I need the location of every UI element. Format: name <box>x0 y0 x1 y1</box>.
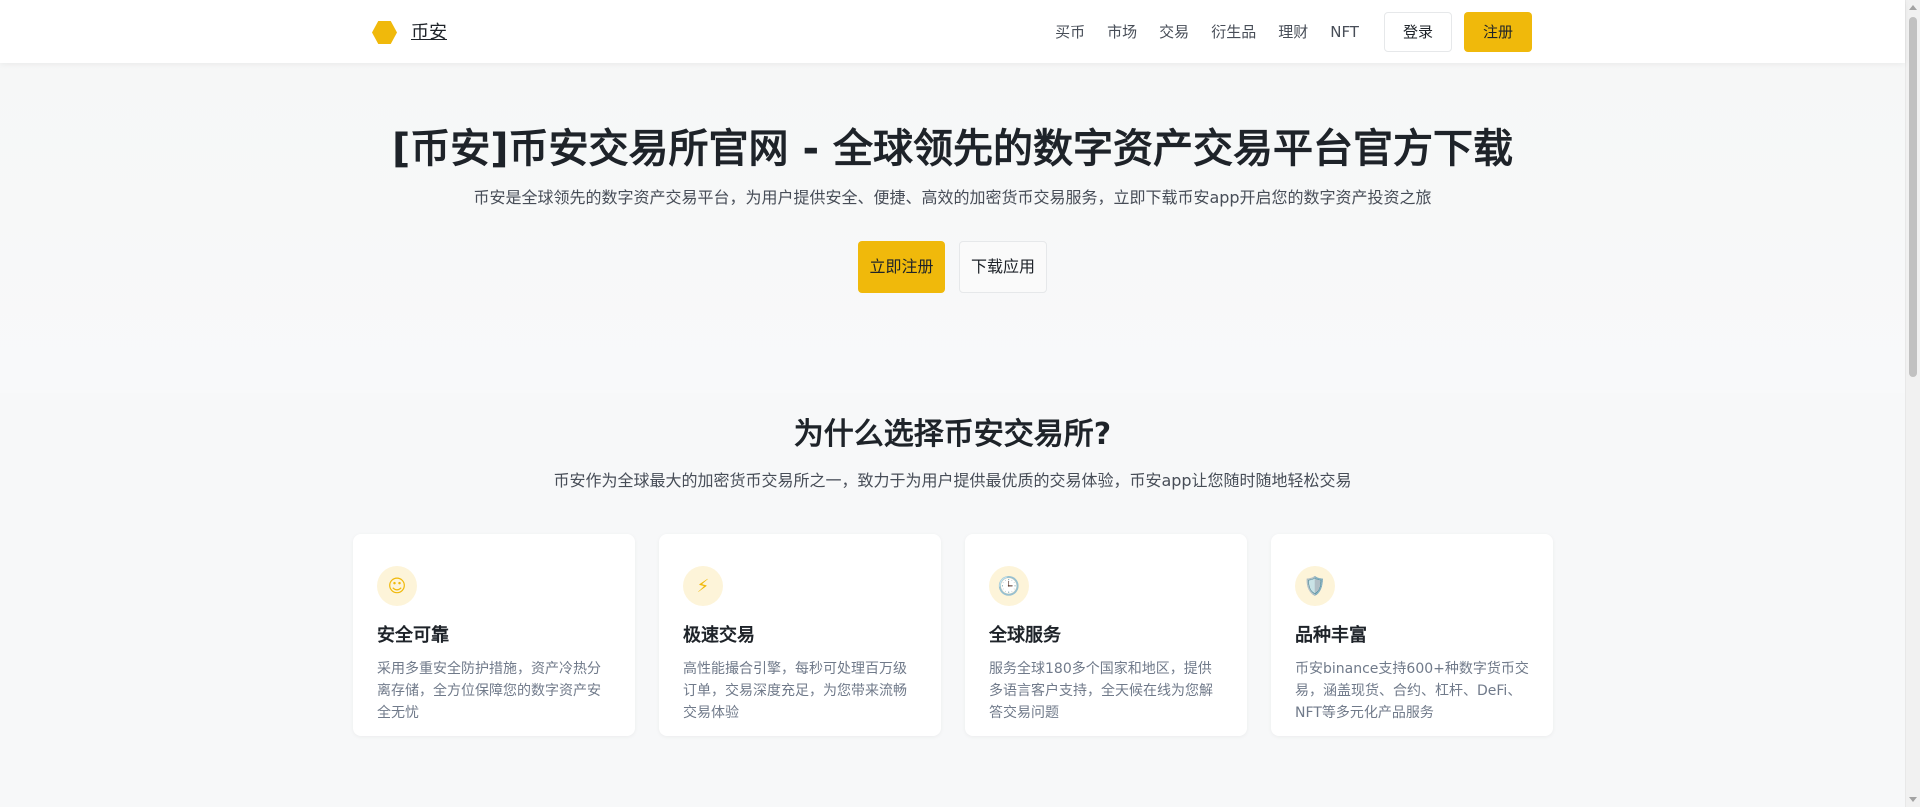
nav-item-derivatives[interactable]: 衍生品 <box>1211 12 1256 52</box>
scroll-down-arrow-icon[interactable] <box>1909 797 1917 802</box>
feature-description: 服务全球180多个国家和地区，提供多语言客户支持，全天候在线为您解答交易问题 <box>989 661 1213 721</box>
nav-item-earn[interactable]: 理财 <box>1278 12 1308 52</box>
hero-title: [币安]币安交易所官网 - 全球领先的数字资产交易平台官方下载 <box>391 126 1513 172</box>
feature-title: 安全可靠 <box>377 625 449 646</box>
feature-description: 高性能撮合引擎，每秒可处理百万级订单，交易深度充足，为您带来流畅交易体验 <box>683 661 907 721</box>
feature-title: 极速交易 <box>683 625 755 646</box>
signup-now-button[interactable]: 立即注册 <box>858 241 945 293</box>
feature-title: 品种丰富 <box>1295 625 1367 646</box>
lightning-icon: ⚡ <box>683 566 723 606</box>
nav-item-trade[interactable]: 交易 <box>1159 12 1189 52</box>
main-nav: 买币 市场 交易 衍生品 理财 NFT 登录 注册 <box>1055 12 1532 52</box>
scroll-thumb[interactable] <box>1909 17 1917 377</box>
hero-section: [币安]币安交易所官网 - 全球领先的数字资产交易平台官方下载 币安是全球领先的… <box>0 63 1905 393</box>
nav-item-nft[interactable]: NFT <box>1330 12 1359 52</box>
feature-description: 采用多重安全防护措施，资产冷热分离存储，全方位保障您的数字资产安全无忧 <box>377 661 601 721</box>
brand-name: 币安 <box>411 22 447 43</box>
login-button[interactable]: 登录 <box>1383 12 1452 52</box>
feature-card: 🕒 全球服务 服务全球180多个国家和地区，提供多语言客户支持，全天候在线为您解… <box>965 534 1247 736</box>
feature-description: 币安binance支持600+种数字货币交易，涵盖现货、合约、杠杆、DeFi、N… <box>1295 661 1529 721</box>
why-section-title: 为什么选择币安交易所? <box>793 417 1112 452</box>
brand-logo[interactable]: 币安 <box>372 20 447 45</box>
hero-buttons: 立即注册 下载应用 <box>0 241 1905 293</box>
hero-subtitle: 币安是全球领先的数字资产交易平台，为用户提供安全、便捷、高效的加密货币交易服务，… <box>473 188 1432 207</box>
page-scrollbar[interactable] <box>1905 0 1920 807</box>
site-header: 币安 买币 市场 交易 衍生品 理财 NFT 登录 注册 <box>0 0 1905 63</box>
download-app-button[interactable]: 下载应用 <box>959 241 1047 293</box>
nav-item-markets[interactable]: 市场 <box>1107 12 1137 52</box>
hexagon-logo-icon <box>372 21 397 44</box>
register-button[interactable]: 注册 <box>1463 12 1532 52</box>
feature-title: 全球服务 <box>989 625 1061 646</box>
feature-card: ⚡ 极速交易 高性能撮合引擎，每秒可处理百万级订单，交易深度充足，为您带来流畅交… <box>659 534 941 736</box>
feature-cards: ☺ 安全可靠 采用多重安全防护措施，资产冷热分离存储，全方位保障您的数字资产安全… <box>353 534 1553 736</box>
why-section-subtitle: 币安作为全球最大的加密货币交易所之一，致力于为用户提供最优质的交易体验，币安ap… <box>553 471 1352 490</box>
feature-card: 🛡️ 品种丰富 币安binance支持600+种数字货币交易，涵盖现货、合约、杠… <box>1271 534 1553 736</box>
smile-icon: ☺ <box>377 566 417 606</box>
feature-card: ☺ 安全可靠 采用多重安全防护措施，资产冷热分离存储，全方位保障您的数字资产安全… <box>353 534 635 736</box>
scroll-up-arrow-icon[interactable] <box>1909 5 1917 10</box>
nav-item-buy[interactable]: 买币 <box>1055 12 1085 52</box>
shield-icon: 🛡️ <box>1295 566 1335 606</box>
clock-icon: 🕒 <box>989 566 1029 606</box>
